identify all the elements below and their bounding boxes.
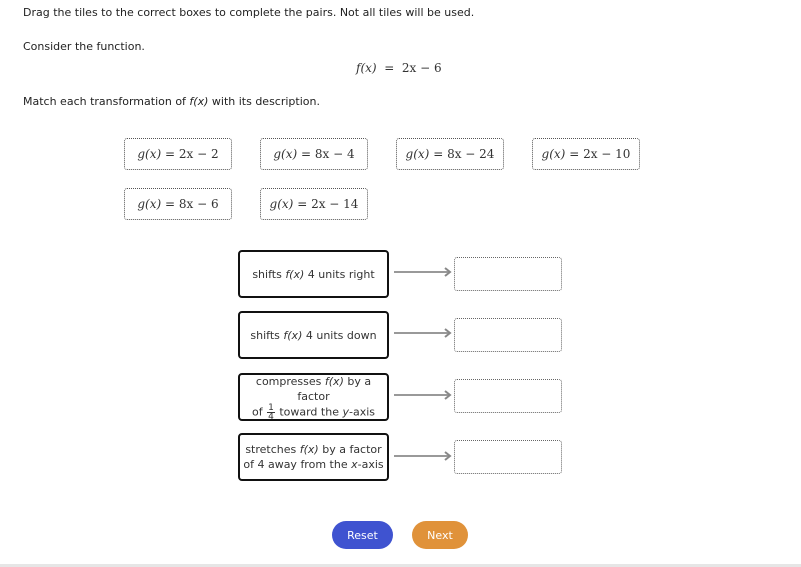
description-shift-right: shifts f(x) 4 units right — [238, 250, 389, 298]
tile-lhs: g(x) — [269, 197, 294, 211]
fx: f(x) — [299, 443, 319, 456]
description-compress: compresses f(x) by a factor of 14 toward… — [238, 373, 389, 421]
arrow-icon — [394, 267, 452, 277]
tile-rhs: 8x − 4 — [314, 147, 355, 161]
fx: f(x) — [324, 374, 344, 388]
tile-lhs: g(x) — [405, 147, 430, 161]
consider-text: Consider the function. — [23, 40, 145, 53]
tile-eq: = — [569, 147, 580, 161]
function-lhs: f(x) — [356, 61, 377, 75]
description-line: compresses f(x) by a factor — [240, 374, 387, 404]
description-line: stretches f(x) by a factor — [245, 442, 381, 457]
match-prompt-post: with its description. — [208, 95, 320, 108]
match-prompt: Match each transformation of f(x) with i… — [23, 95, 320, 108]
tile-rhs: 8x − 24 — [447, 147, 495, 161]
tile-eq: = — [433, 147, 444, 161]
tile-lhs: g(x) — [273, 147, 298, 161]
text: of — [251, 405, 267, 418]
description-line: shifts f(x) 4 units right — [252, 267, 374, 282]
description-line: shifts f(x) 4 units down — [250, 328, 376, 343]
drop-target-3[interactable] — [454, 379, 562, 413]
tile-rhs: 8x − 6 — [178, 197, 219, 211]
tile-g-8x-minus-24[interactable]: g(x) = 8x − 24 — [396, 138, 504, 170]
fx: f(x) — [283, 328, 303, 342]
next-button[interactable]: Next — [412, 521, 468, 549]
text: shifts — [250, 328, 284, 342]
tile-lhs: g(x) — [541, 147, 566, 161]
arrow-icon — [394, 390, 452, 400]
match-prompt-pre: Match each transformation of — [23, 95, 190, 108]
tile-rhs: 2x − 2 — [178, 147, 219, 161]
tile-g-8x-minus-4[interactable]: g(x) = 8x − 4 — [260, 138, 368, 170]
tile-eq: = — [165, 147, 176, 161]
description-line: of 4 away from the x-axis — [243, 457, 383, 472]
text: compresses — [255, 374, 325, 388]
arrow-icon — [394, 451, 452, 461]
text: toward the — [275, 405, 343, 418]
description-line: of 14 toward the y-axis — [251, 403, 375, 422]
text: of 4 away from the — [243, 458, 352, 471]
fraction: 14 — [267, 403, 275, 422]
tile-g-8x-minus-6[interactable]: g(x) = 8x − 6 — [124, 188, 232, 220]
tile-g-2x-minus-10[interactable]: g(x) = 2x − 10 — [532, 138, 640, 170]
text: stretches — [245, 443, 300, 456]
function-equals: = — [384, 61, 395, 75]
tile-rhs: 2x − 14 — [311, 197, 359, 211]
reset-button[interactable]: Reset — [332, 521, 393, 549]
instructions-text: Drag the tiles to the correct boxes to c… — [23, 6, 475, 19]
text: 4 units right — [304, 267, 375, 281]
text: 4 units down — [302, 328, 377, 342]
tile-g-2x-minus-14[interactable]: g(x) = 2x − 14 — [260, 188, 368, 220]
tile-eq: = — [297, 197, 308, 211]
drop-target-2[interactable] — [454, 318, 562, 352]
tile-rhs: 2x − 10 — [583, 147, 631, 161]
description-shift-down: shifts f(x) 4 units down — [238, 311, 389, 359]
text: by a factor — [318, 443, 382, 456]
fx: f(x) — [285, 267, 305, 281]
tile-lhs: g(x) — [137, 197, 162, 211]
text: shifts — [252, 267, 286, 281]
tile-lhs: g(x) — [137, 147, 162, 161]
drop-target-1[interactable] — [454, 257, 562, 291]
fraction-denominator: 4 — [268, 411, 274, 422]
arrow-icon — [394, 328, 452, 338]
text: -axis — [348, 405, 375, 418]
function-rhs: 2x − 6 — [401, 61, 442, 75]
drop-target-4[interactable] — [454, 440, 562, 474]
description-stretch: stretches f(x) by a factor of 4 away fro… — [238, 433, 389, 481]
function-definition: f(x) = 2x − 6 — [356, 61, 442, 75]
tile-g-2x-minus-2[interactable]: g(x) = 2x − 2 — [124, 138, 232, 170]
match-prompt-fx: f(x) — [189, 95, 209, 108]
text: -axis — [357, 458, 384, 471]
tile-eq: = — [301, 147, 312, 161]
tile-eq: = — [165, 197, 176, 211]
